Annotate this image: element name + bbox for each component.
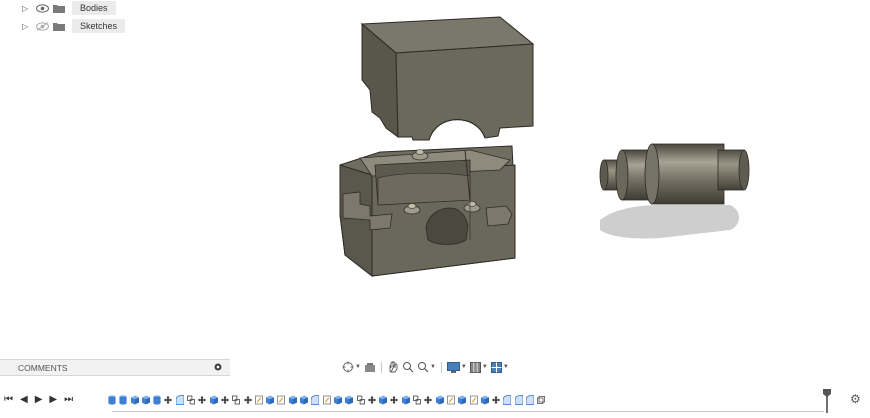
mold-bottom-body[interactable] <box>339 145 516 278</box>
cylinder-body[interactable] <box>599 143 750 205</box>
timeline-feature-box-icon[interactable] <box>266 395 275 405</box>
gear-icon[interactable]: ⚙ <box>850 392 861 406</box>
timeline-feature-sketch-icon[interactable] <box>446 395 455 405</box>
timeline-feature-extrude-icon[interactable] <box>153 395 161 405</box>
toolbar-divider <box>440 361 442 373</box>
step-back-icon[interactable]: ◀ <box>20 394 28 405</box>
viewports-icon[interactable]: ▼ <box>490 361 509 373</box>
timeline-feature-fillet-icon[interactable] <box>175 395 184 405</box>
navigation-toolbar: ▼ ▼ ▼ ▼ ▼ <box>342 359 509 375</box>
timeline-feature-box-icon[interactable] <box>480 395 489 405</box>
zoom-icon[interactable] <box>402 361 414 373</box>
timeline-features <box>108 392 549 408</box>
timeline-feature-move-icon[interactable] <box>198 395 207 405</box>
timeline-feature-fillet-icon[interactable] <box>514 395 523 405</box>
timeline: ⏮ ◀ ▶ ▶ ⏭ <box>0 386 870 415</box>
timeline-feature-move-icon[interactable] <box>424 395 433 405</box>
orbit-icon[interactable]: ▼ <box>342 361 361 373</box>
timeline-feature-fillet-icon[interactable] <box>503 395 512 405</box>
timeline-feature-box-icon[interactable] <box>141 395 150 405</box>
timeline-marker[interactable] <box>822 389 832 413</box>
step-forward-icon[interactable]: ▶ <box>49 394 57 405</box>
viewport-3d[interactable] <box>0 0 870 355</box>
timeline-feature-move-icon[interactable] <box>390 395 399 405</box>
grid-settings-icon[interactable]: ▼ <box>469 361 488 373</box>
skip-end-icon[interactable]: ⏭ <box>64 394 73 405</box>
display-settings-icon[interactable]: ▼ <box>446 361 467 373</box>
timeline-feature-box-icon[interactable] <box>130 395 139 405</box>
timeline-feature-combine-icon[interactable] <box>187 395 196 405</box>
timeline-feature-box-icon[interactable] <box>345 395 354 405</box>
timeline-feature-sketch-icon[interactable] <box>322 395 331 405</box>
timeline-feature-box-icon[interactable] <box>209 395 218 405</box>
timeline-feature-box-icon[interactable] <box>333 395 342 405</box>
timeline-feature-fillet-icon[interactable] <box>525 395 534 405</box>
timeline-feature-combine-icon[interactable] <box>232 395 241 405</box>
timeline-playback-controls: ⏮ ◀ ▶ ▶ ⏭ <box>4 394 73 405</box>
timeline-feature-box-icon[interactable] <box>401 395 410 405</box>
timeline-feature-combine-icon[interactable] <box>356 395 365 405</box>
comments-panel[interactable]: COMMENTS <box>0 359 230 376</box>
timeline-feature-move-icon[interactable] <box>164 395 173 405</box>
toolbar-divider <box>380 361 382 373</box>
timeline-feature-move-icon[interactable] <box>367 395 376 405</box>
timeline-feature-sketch-icon[interactable] <box>277 395 286 405</box>
timeline-feature-sketch-icon[interactable] <box>469 395 478 405</box>
timeline-feature-box-icon[interactable] <box>300 395 309 405</box>
look-at-icon[interactable] <box>364 362 376 373</box>
pan-icon[interactable] <box>387 361 399 373</box>
timeline-ruler <box>112 411 824 415</box>
timeline-feature-move-icon[interactable] <box>243 395 252 405</box>
timeline-feature-extrude-icon[interactable] <box>108 395 116 405</box>
mold-top-body[interactable] <box>360 16 535 141</box>
timeline-feature-move-icon[interactable] <box>492 395 501 405</box>
timeline-feature-extrude-icon[interactable] <box>119 395 127 405</box>
skip-start-icon[interactable]: ⏮ <box>4 394 13 405</box>
timeline-feature-sketch-icon[interactable] <box>254 395 263 405</box>
play-icon[interactable]: ▶ <box>35 394 43 405</box>
fit-icon[interactable]: ▼ <box>417 361 436 373</box>
timeline-feature-combine-icon[interactable] <box>413 395 422 405</box>
timeline-feature-box-icon[interactable] <box>435 395 444 405</box>
comments-toggle-icon[interactable] <box>214 363 222 373</box>
cylinder-shadow <box>600 205 739 239</box>
timeline-feature-box-icon[interactable] <box>379 395 388 405</box>
comments-label: COMMENTS <box>18 362 68 373</box>
timeline-feature-shell-icon[interactable] <box>537 395 546 405</box>
timeline-feature-box-icon[interactable] <box>458 395 467 405</box>
timeline-feature-fillet-icon[interactable] <box>311 395 320 405</box>
timeline-feature-box-icon[interactable] <box>288 395 297 405</box>
timeline-feature-move-icon[interactable] <box>220 395 229 405</box>
